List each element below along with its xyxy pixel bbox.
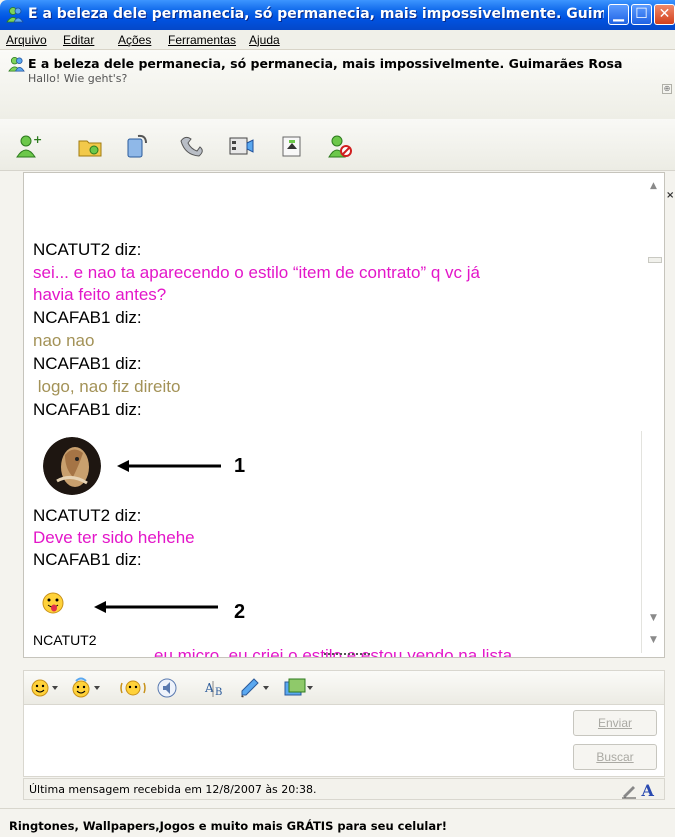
image-icon[interactable] — [282, 677, 316, 699]
divider — [641, 431, 642, 653]
svg-text:B: B — [215, 687, 222, 698]
font-icon[interactable]: A B — [204, 677, 228, 699]
scroll-thumb[interactable] — [648, 257, 662, 263]
close-icon: ✕ — [658, 6, 671, 22]
send-files-icon[interactable] — [76, 133, 104, 159]
arrow-icon — [94, 601, 218, 613]
arrow-icon — [117, 460, 221, 472]
invite-contact-icon[interactable]: + — [14, 133, 42, 159]
window-title: E a beleza dele permanecia, só permaneci… — [28, 6, 604, 22]
annotation-label: 2 — [234, 601, 246, 623]
messenger-buddy-icon — [6, 7, 24, 23]
send-button[interactable]: Enviar — [573, 710, 657, 736]
last-message-status: Última mensagem recebida em 12/8/2007 às… — [29, 783, 317, 796]
message-sender: NCAFAB1 diz: — [33, 400, 142, 419]
share-activity-icon[interactable] — [278, 133, 306, 159]
message-input[interactable] — [23, 704, 665, 777]
message-sender: NCATUT2 — [33, 632, 97, 648]
maximize-button[interactable]: ☐ — [631, 4, 652, 25]
tongue-emoticon-icon — [42, 592, 64, 614]
ad-text[interactable]: Ringtones, Wallpapers,Jogos e muito mais… — [9, 819, 447, 833]
message-text: sei... e nao ta aparecendo o estilo “ite… — [33, 263, 480, 282]
message-sender: NCATUT2 diz: — [33, 506, 142, 525]
message-text: nao nao — [33, 331, 95, 350]
handwriting-icon[interactable] — [620, 783, 638, 799]
chat-scrollbar[interactable]: ▲ ▼ ▼ — [644, 173, 664, 657]
menu-editar[interactable]: Editar — [63, 33, 94, 47]
messenger-window: E a beleza dele permanecia, só permaneci… — [0, 0, 675, 837]
scroll-down-icon[interactable]: ▼ — [650, 613, 657, 623]
close-panel-icon[interactable]: × — [666, 190, 675, 201]
scroll-end-icon[interactable]: ▼ — [650, 635, 657, 645]
action-toolbar: + — [0, 119, 675, 171]
message-text: havia feito antes? — [33, 285, 167, 304]
voice-call-icon[interactable] — [122, 133, 150, 159]
emoticon-icon[interactable] — [30, 677, 60, 699]
compose-toolbar: A B — [23, 670, 665, 704]
message-sender: NCAFAB1 diz: — [33, 354, 142, 373]
annotation-label: 1 — [234, 455, 246, 477]
pin-icon[interactable]: ⊕ — [662, 84, 672, 94]
message-sender: NCAFAB1 diz: — [33, 550, 142, 569]
message-sender: NCATUT2 diz: — [33, 240, 142, 259]
wink-icon[interactable] — [70, 677, 102, 699]
search-button[interactable]: Buscar — [573, 744, 657, 770]
minimize-button[interactable]: ▁ — [608, 4, 629, 25]
close-button[interactable]: ✕ — [654, 4, 675, 25]
menu-ajuda[interactable]: Ajuda — [249, 33, 280, 47]
phone-icon[interactable] — [177, 133, 205, 159]
menu-arquivo[interactable]: Arquivo — [6, 33, 47, 47]
menu-acoes[interactable]: Ações — [118, 33, 151, 47]
message-text: Deve ter sido hehehe — [33, 528, 195, 547]
maximize-icon: ☐ — [635, 6, 648, 22]
background-brush-icon[interactable] — [238, 677, 272, 699]
text-mode-icon[interactable]: A — [642, 781, 654, 800]
voice-clip-icon[interactable] — [156, 677, 178, 699]
nudge-icon[interactable] — [120, 677, 146, 699]
scroll-up-icon[interactable]: ▲ — [650, 181, 657, 191]
contact-name: E a beleza dele permanecia, só permaneci… — [28, 56, 623, 71]
menu-bar: Arquivo Editar Ações Ferramentas Ajuda — [0, 30, 675, 50]
title-bar[interactable]: E a beleza dele permanecia, só permaneci… — [0, 0, 675, 30]
resize-grip[interactable] — [324, 653, 370, 655]
block-contact-icon[interactable] — [327, 133, 355, 159]
menu-ferramentas[interactable]: Ferramentas — [168, 33, 236, 47]
video-icon[interactable] — [227, 133, 255, 159]
chat-history[interactable]: NCATUT2 diz: sei... e nao ta aparecendo … — [23, 172, 665, 658]
svg-text:+: + — [33, 133, 42, 146]
contact-status-icon — [8, 57, 25, 72]
message-text: eu micro, eu criei o estilo e estou vend… — [154, 646, 513, 658]
contact-personal-message: Hallo! Wie geht's? — [28, 72, 128, 85]
custom-emoticon-image — [43, 437, 101, 495]
ad-banner[interactable]: Ringtones, Wallpapers,Jogos e muito mais… — [0, 808, 675, 837]
message-sender: NCAFAB1 diz: — [33, 308, 142, 327]
contact-header: E a beleza dele permanecia, só permaneci… — [0, 50, 675, 119]
minimize-icon: ▁ — [613, 6, 624, 22]
status-bar: Última mensagem recebida em 12/8/2007 às… — [23, 778, 665, 800]
message-text: logo, nao fiz direito — [33, 377, 181, 396]
